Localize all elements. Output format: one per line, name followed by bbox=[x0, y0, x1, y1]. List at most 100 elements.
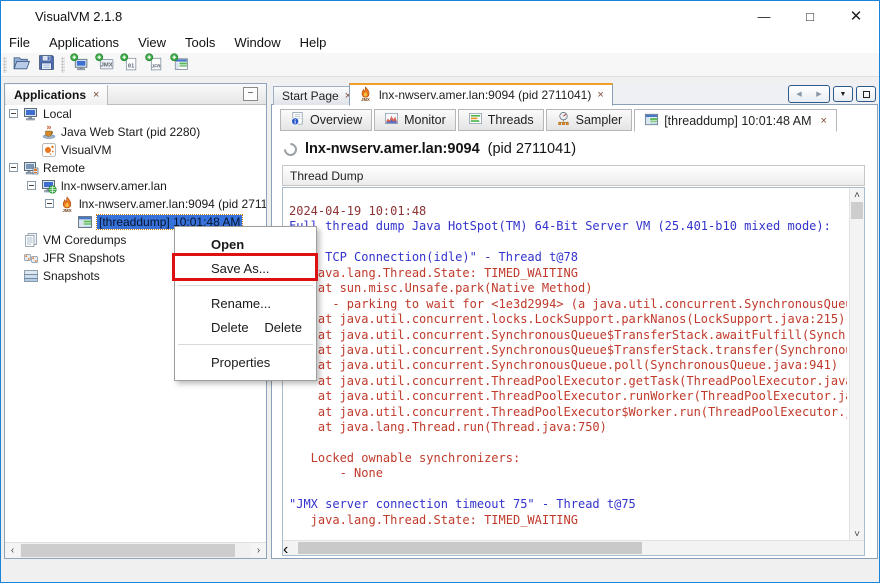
view-tab-overview[interactable]: iOverview bbox=[280, 109, 372, 131]
scrollbar-thumb[interactable] bbox=[298, 542, 642, 554]
tree-item-visualvm[interactable]: VisualVM bbox=[5, 141, 266, 159]
tree-item-lnx-nwserv-amer-lan[interactable]: lnx-nwserv.amer.lan bbox=[5, 177, 266, 195]
status-bar bbox=[1, 559, 879, 582]
tree-item-label: lnx-nwserv.amer.lan bbox=[61, 179, 167, 193]
toolbar-handle bbox=[3, 57, 7, 73]
menu-item-label: Properties bbox=[211, 355, 270, 370]
document-tab-row: Start Page×JMXlnx-nwserv.amer.lan:9094 (… bbox=[271, 83, 878, 105]
menu-window[interactable]: Window bbox=[230, 33, 284, 52]
menu-item-delete[interactable]: DeleteDelete bbox=[175, 315, 316, 339]
tree-context-menu: OpenSave As...Rename...DeleteDeletePrope… bbox=[174, 226, 317, 381]
menu-separator bbox=[175, 280, 316, 291]
menu-applications[interactable]: Applications bbox=[45, 33, 123, 52]
remote-host-icon bbox=[41, 178, 57, 194]
save-button[interactable] bbox=[34, 54, 59, 76]
add-jfr-snapshot-button[interactable]: JFR bbox=[142, 54, 167, 76]
add-vm-coredump-button[interactable]: 01 bbox=[117, 54, 142, 76]
tab-applications[interactable]: Applications × bbox=[6, 85, 108, 105]
dump-line: Locked ownable synchronizers: bbox=[289, 451, 847, 466]
window-title: VisualVM 2.1.8 bbox=[35, 9, 122, 24]
sidebar-horizontal-scrollbar[interactable]: ‹ › bbox=[5, 542, 266, 558]
minimize-button[interactable]: — bbox=[741, 1, 787, 31]
collapse-toggle-icon[interactable] bbox=[27, 181, 36, 190]
open-folder-icon bbox=[12, 53, 31, 77]
main-toolbar: JMX 01 JFR bbox=[1, 53, 879, 77]
menu-view[interactable]: View bbox=[134, 33, 170, 52]
visualvm-icon bbox=[41, 142, 57, 158]
dump-line: "RMI TCP Connection(idle)" - Thread t@78 bbox=[289, 250, 847, 265]
document-tab-start-page[interactable]: Start Page× bbox=[273, 86, 360, 105]
computer-icon bbox=[23, 106, 39, 122]
heading-pid: (pid 2711041) bbox=[488, 141, 576, 157]
view-tab-threads[interactable]: Threads bbox=[458, 109, 544, 131]
svg-text:01: 01 bbox=[128, 63, 134, 69]
scroll-left-icon[interactable]: ‹ bbox=[5, 543, 20, 558]
scrollbar-thumb[interactable] bbox=[851, 202, 863, 219]
tree-item-local[interactable]: Local bbox=[5, 105, 266, 123]
close-icon[interactable]: × bbox=[597, 89, 603, 101]
load-snapshot-button[interactable] bbox=[9, 54, 34, 76]
dump-line: at java.util.concurrent.ThreadPoolExecut… bbox=[289, 389, 847, 404]
document-tab-label: Start Page bbox=[282, 89, 339, 103]
tree-item-label: lnx-nwserv.amer.lan:9094 (pid 2711041) bbox=[79, 197, 266, 211]
dump-line: at sun.misc.Unsafe.park(Native Method) bbox=[289, 281, 847, 296]
scrollbar-thumb[interactable] bbox=[21, 544, 235, 557]
tab-list-button[interactable]: ▼ bbox=[833, 86, 853, 102]
menu-tools[interactable]: Tools bbox=[181, 33, 219, 52]
add-application-button[interactable] bbox=[67, 54, 92, 76]
collapse-toggle-icon[interactable] bbox=[45, 199, 54, 208]
collapse-toggle-icon[interactable] bbox=[9, 109, 18, 118]
tree-item-remote[interactable]: Remote bbox=[5, 159, 266, 177]
close-button[interactable]: ✕ bbox=[833, 1, 879, 31]
tree-item-lnx-nwserv-amer-lan-9094-pid-2711041[interactable]: JMXlnx-nwserv.amer.lan:9094 (pid 2711041… bbox=[5, 195, 266, 213]
tree-item-label: VM Coredumps bbox=[43, 233, 126, 247]
dump-line: Full thread dump Java HotSpot(TM) 64-Bit… bbox=[289, 219, 847, 234]
close-icon[interactable]: × bbox=[93, 89, 99, 101]
visualvm-window: VisualVM 2.1.8 —□✕ File Applications View T… bbox=[0, 0, 880, 583]
overview-icon: i bbox=[290, 111, 305, 129]
threaddump-view: iOverviewMonitor Threads Sampler[threaddum… bbox=[271, 105, 878, 559]
dump-line: at java.util.concurrent.ThreadPoolExecut… bbox=[289, 374, 847, 389]
svg-text:i: i bbox=[294, 120, 296, 126]
application-status-ring-icon bbox=[281, 140, 299, 158]
menu-help[interactable]: Help bbox=[296, 33, 331, 52]
title-bar[interactable]: VisualVM 2.1.8 —□✕ bbox=[1, 1, 879, 31]
tree-item-java-web-start-pid-2280[interactable]: Java Web Start (pid 2280) bbox=[5, 123, 266, 141]
add-jmx-connection-icon: JMX bbox=[95, 53, 114, 77]
dump-line: 2024-04-19 10:01:48 bbox=[289, 204, 847, 219]
maximize-button[interactable]: □ bbox=[787, 1, 833, 31]
add-jfr-snapshot-icon: JFR bbox=[145, 53, 164, 77]
dump-line: - parking to wait for <1e3d2994> (a java… bbox=[289, 297, 847, 312]
minimize-panel-button[interactable]: − bbox=[243, 87, 258, 101]
coredump-icon bbox=[23, 232, 39, 248]
view-tab-monitor[interactable]: Monitor bbox=[374, 109, 456, 131]
scroll-right-icon[interactable]: › bbox=[251, 543, 266, 558]
collapse-toggle-icon[interactable] bbox=[9, 163, 18, 172]
tab-scroll-buttons: ◀▶ bbox=[788, 85, 830, 103]
dump-vertical-scrollbar[interactable]: ˄ ˅ bbox=[849, 188, 864, 541]
menu-item-rename[interactable]: Rename... bbox=[175, 291, 316, 315]
menu-item-properties[interactable]: Properties bbox=[175, 350, 316, 374]
maximize-view-button[interactable] bbox=[856, 86, 876, 102]
view-tab-label: Threads bbox=[488, 113, 534, 127]
view-tab-threaddump-10-01-48-am[interactable]: [threaddump] 10:01:48 AM× bbox=[634, 109, 837, 132]
scroll-down-icon[interactable]: ˅ bbox=[850, 527, 864, 541]
tree-item-label: VisualVM bbox=[61, 143, 111, 157]
close-icon[interactable]: × bbox=[821, 115, 827, 127]
menu-separator bbox=[175, 339, 316, 350]
dump-line bbox=[289, 235, 847, 250]
add-jmx-connection-button[interactable]: JMX bbox=[92, 54, 117, 76]
view-tab-sampler[interactable]: Sampler bbox=[546, 109, 633, 131]
svg-text:JMX: JMX bbox=[361, 97, 370, 101]
scroll-left-icon[interactable]: ‹ bbox=[283, 541, 297, 556]
scroll-tabs-left-button[interactable]: ◀ bbox=[789, 86, 809, 102]
scroll-up-icon[interactable]: ˄ bbox=[850, 188, 864, 202]
dump-horizontal-scrollbar[interactable]: ‹ › bbox=[283, 540, 864, 555]
application-heading: lnx-nwserv.amer.lan:9094 (pid 2711041) bbox=[284, 141, 576, 157]
document-tab-threaddump[interactable]: JMXlnx-nwserv.amer.lan:9094 (pid 2711041… bbox=[349, 83, 613, 106]
menu-file[interactable]: File bbox=[5, 33, 34, 52]
thread-dump-text-area[interactable]: 2024-04-19 10:01:48Full thread dump Java… bbox=[282, 187, 865, 556]
add-snapshot-button[interactable] bbox=[167, 54, 192, 76]
scroll-tabs-right-button[interactable]: ▶ bbox=[809, 86, 829, 102]
dump-line: at java.util.concurrent.SynchronousQueue… bbox=[289, 358, 847, 373]
